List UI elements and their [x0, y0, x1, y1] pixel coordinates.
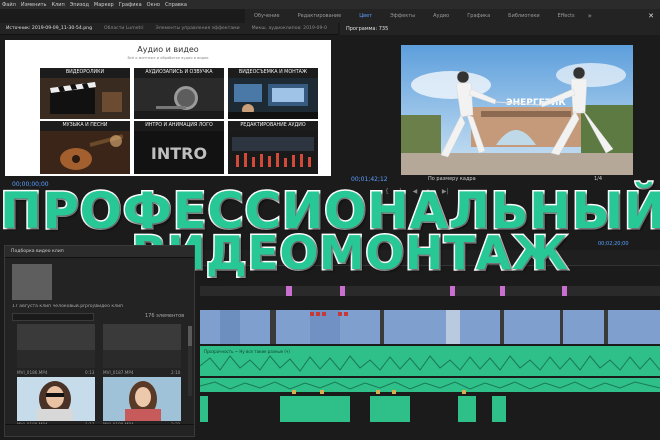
program-monitor-image: ЭНЕРГЕТИК [401, 45, 633, 175]
timeline-tracks[interactable]: Прозрачность ~ Ну все такие разные (ч) [199, 266, 660, 440]
clip-name-2: MVI_0187.MP4 [103, 370, 134, 375]
workspace-learning[interactable]: Обучение [245, 9, 289, 23]
tab-program[interactable]: Программа: 735 [340, 23, 660, 35]
clip-duration-1: 0:13 [85, 370, 95, 375]
bin-thumbnail [12, 264, 52, 300]
mixing-console-image [228, 131, 318, 174]
clip-thumbnail-1[interactable] [17, 324, 95, 368]
close-icon[interactable]: ✕ [646, 11, 656, 21]
tile-label: ВИДЕОСЪЕМКА И МОНТАЖ [228, 68, 318, 78]
intro-art-text: INTRO [151, 144, 207, 163]
source-panel-tabs: Источник: 2019-09-09_11-30-54.png Област… [0, 23, 338, 35]
microphone-image [134, 78, 224, 119]
menu-help[interactable]: Справка [165, 2, 187, 8]
bin-scrollbar[interactable] [188, 326, 192, 396]
intro-logo-image: INTRO [134, 131, 224, 174]
clip-duration-2: 2:10 [171, 370, 181, 375]
tile-audio-editing: РЕДАКТИРОВАНИЕ АУДИО [228, 121, 318, 174]
workspace-effects[interactable]: Эффекты [381, 9, 424, 23]
tab-audio-clip-mixer[interactable]: Микш. аудиоклипов: 2019-09-0 [246, 26, 333, 31]
fencing-photo: ЭНЕРГЕТИК [401, 45, 633, 175]
menu-clip[interactable]: Клип [51, 2, 64, 8]
clip-name-1: MVI_0186.MP4 [17, 370, 48, 375]
timeline-clips: Прозрачность ~ Ну все такие разные (ч) [199, 286, 660, 422]
clip-thumbnail-3[interactable] [17, 377, 95, 421]
tab-lumetri-scopes[interactable]: Области Lumetri [98, 26, 150, 31]
tile-label: ВИДЕОРОЛИКИ [40, 68, 130, 78]
tile-label: АУДИОЗАПИСЬ И ОЗВУЧКА [134, 68, 224, 78]
tile-label: РЕДАКТИРОВАНИЕ АУДИО [228, 121, 318, 131]
workspace-editing[interactable]: Редактирование [289, 9, 351, 23]
menu-file[interactable]: Файл [2, 2, 16, 8]
bin-item-count: 176 элементов [145, 313, 185, 319]
menu-marker[interactable]: Маркер [94, 2, 114, 8]
menu-sequence[interactable]: Эпизод [70, 2, 89, 8]
menu-bar: Файл Изменить Клип Эпизод Маркер Графика… [0, 0, 660, 9]
workspace-audio[interactable]: Аудио [424, 9, 458, 23]
website-subtitle: Всё о монтаже и обработке аудио и видео [127, 56, 209, 60]
workspace-color[interactable]: Цвет [350, 9, 381, 23]
audio-clip-label: Прозрачность ~ Ну все такие разные (ч) [204, 349, 290, 354]
workspace-libraries[interactable]: Библиотеки [499, 9, 549, 23]
menu-edit[interactable]: Изменить [21, 2, 47, 8]
guitar-image [40, 131, 130, 174]
menu-window[interactable]: Окно [147, 2, 160, 8]
clapperboard-image [40, 78, 130, 119]
bin-path: 17 августа клип челоковый.prproj\видео к… [12, 304, 124, 309]
website-title: Аудио и видео [137, 45, 199, 54]
workspace-graphics[interactable]: Графика [458, 9, 499, 23]
tab-effect-controls[interactable]: Элементы управления эффектами [150, 26, 246, 31]
tile-video-editing: ВИДЕОСЪЕМКА И МОНТАЖ [228, 68, 318, 119]
tab-source[interactable]: Источник: 2019-09-09_11-30-54.png [0, 26, 98, 31]
clip-thumbnail-4[interactable] [103, 377, 181, 421]
tile-label: МУЗЫКА И ПЕСНИ [40, 121, 130, 131]
workspace-more-icon[interactable]: » [584, 12, 596, 20]
project-bin-panel: Подборка видео клип 17 августа клип чело… [4, 245, 195, 437]
tile-audio-recording: АУДИОЗАПИСЬ И ОЗВУЧКА [134, 68, 224, 119]
bin-scrollbar-thumb[interactable] [188, 326, 192, 346]
editing-desk-image [228, 78, 318, 119]
source-monitor-image: Аудио и видео Всё о монтаже и обработке … [5, 40, 331, 176]
bin-search-input[interactable] [12, 313, 94, 321]
tile-label: ИНТРО И АНИМАЦИЯ ЛОГО [134, 121, 224, 131]
tile-videos: ВИДЕОРОЛИКИ [40, 68, 130, 119]
menu-graphics[interactable]: Графика [119, 2, 142, 8]
bin-footer-toolbar [5, 424, 194, 436]
clip-thumbnail-2[interactable] [103, 324, 181, 368]
workspace-bar: Обучение Редактирование Цвет Эффекты Ауд… [245, 9, 660, 23]
tile-intro-animation: ИНТРО И АНИМАЦИЯ ЛОГО INTRO [134, 121, 224, 174]
tile-music: МУЗЫКА И ПЕСНИ [40, 121, 130, 174]
workspace-effects-en[interactable]: Effects [549, 9, 584, 23]
bin-title[interactable]: Подборка видео клип [5, 246, 194, 258]
